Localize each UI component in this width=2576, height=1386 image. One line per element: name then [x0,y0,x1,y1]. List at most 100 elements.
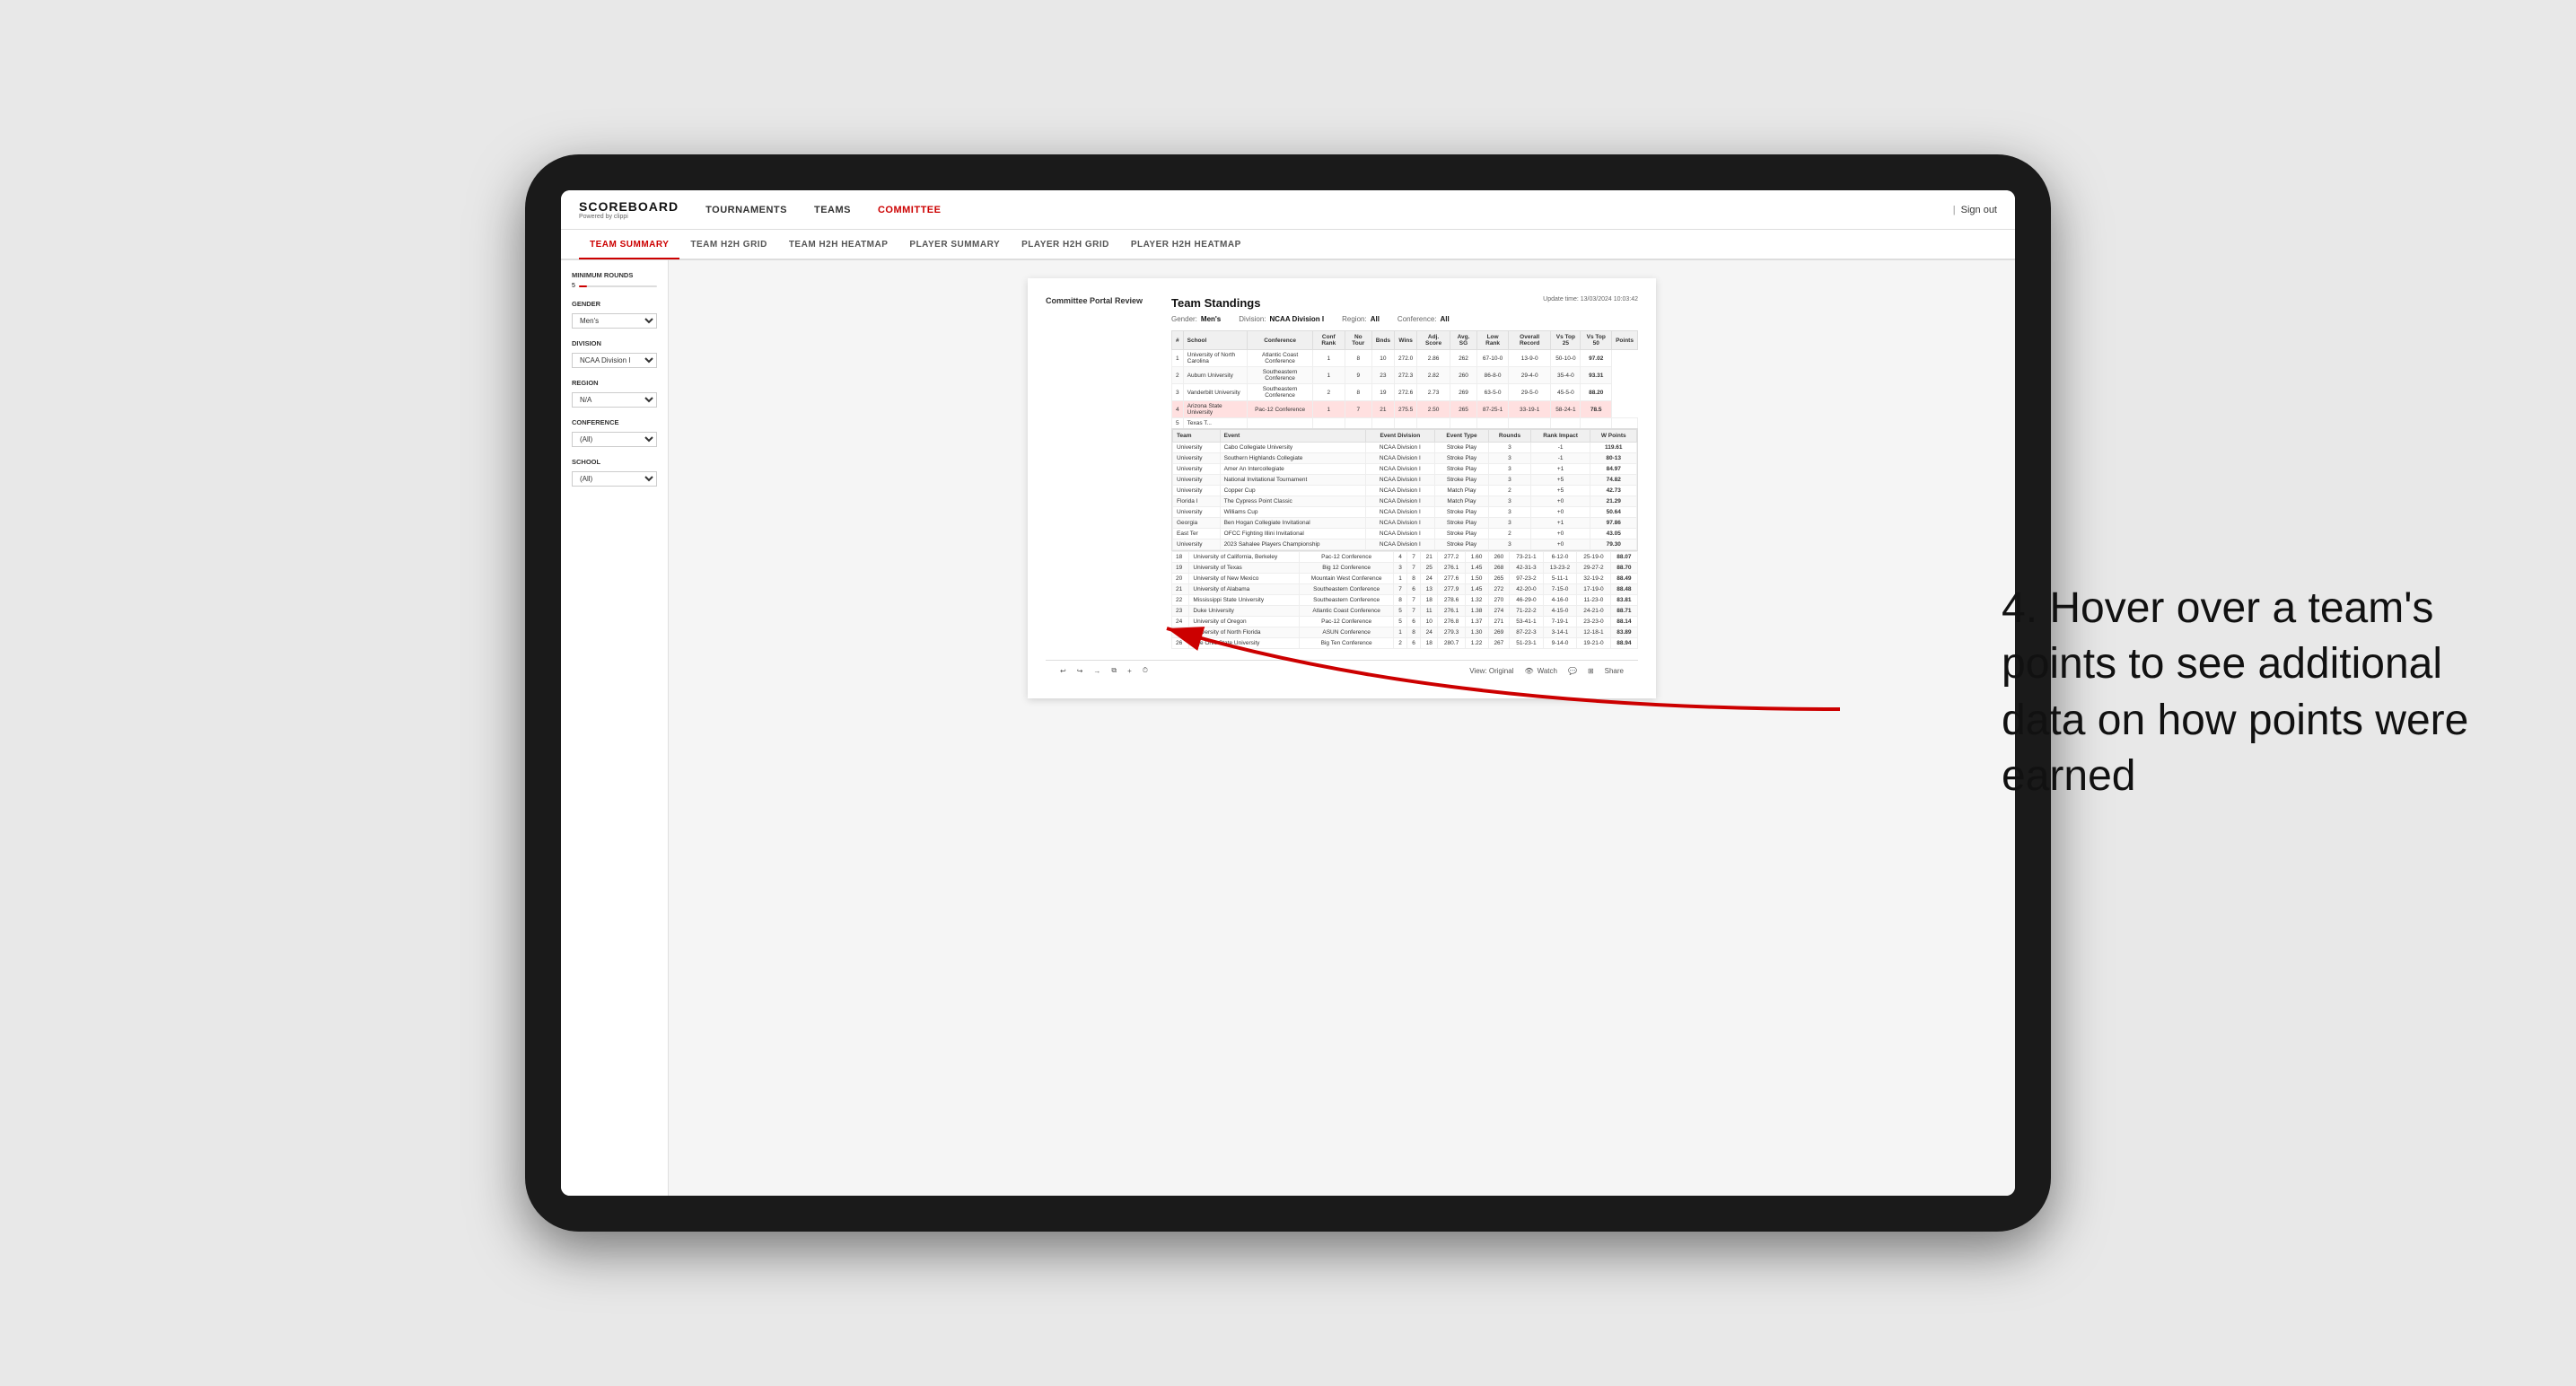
logo-area: SCOREBOARD Powered by clippi [579,199,679,220]
tooltip-cell: University [1173,539,1221,550]
filter-conference-label: Conference: [1398,315,1437,323]
sidebar: Minimum Rounds 5 Gender Men's Women's Al… [561,260,669,1196]
table-cell: 78.5 [1581,401,1612,418]
table-cell[interactable]: University of North Carolina [1183,350,1248,367]
zoom-button[interactable]: ⊞ [1588,667,1594,675]
undo-button[interactable]: ↩ [1060,667,1066,675]
view-label: View: Original [1469,667,1513,675]
table-cell: 24-21-0 [1577,606,1611,617]
table-cell: 262 [1450,350,1476,367]
tooltip-cell: 74.82 [1590,475,1637,486]
col-no-tour: No Tour [1345,331,1371,350]
table-cell: 270 [1488,595,1510,606]
tooltip-cell: Match Play [1434,496,1488,507]
forward-button[interactable]: → [1093,667,1100,675]
col-vs-top25: Vs Top 25 [1551,331,1581,350]
tooltip-cell: Stroke Play [1434,453,1488,464]
table-cell: 83.81 [1610,595,1637,606]
share-button[interactable]: Share [1605,667,1624,675]
table-cell: Duke University [1189,606,1300,617]
table-cell: 2 [1172,367,1184,384]
slider-container[interactable]: 5 [572,283,657,289]
table-cell[interactable]: Auburn University [1183,367,1248,384]
nav-tournaments[interactable]: TOURNAMENTS [705,203,787,217]
table-cell: 6 [1407,617,1421,627]
table-cell: 7 [1407,563,1421,574]
tooltip-cell: 2 [1489,529,1530,539]
table-cell: 276.1 [1438,563,1465,574]
tooltip-cell: NCAA Division I [1365,496,1434,507]
table-cell: 1.38 [1465,606,1488,617]
sign-out-button[interactable]: Sign out [1961,205,1997,215]
top-nav: SCOREBOARD Powered by clippi TOURNAMENTS… [561,190,2015,230]
table-cell: 3 [1393,563,1406,574]
table-cell: 1 [1312,401,1345,418]
table-cell: 4 [1172,401,1184,418]
table-cell: 25 [1421,563,1438,574]
table-cell: 1.32 [1465,595,1488,606]
table-cell: 67-10-0 [1477,350,1509,367]
redo-button[interactable]: ↪ [1077,667,1083,675]
table-cell: 25 [1172,627,1189,638]
table-cell: University of Oregon [1189,617,1300,627]
tab-team-h2h-grid[interactable]: TEAM H2H GRID [679,230,777,259]
sidebar-section-conference: Conference (All) ACC SEC [572,418,657,447]
table-cell: 17-19-0 [1577,584,1611,595]
app-logo-sub: Powered by clippi [579,214,679,220]
table-cell[interactable]: Vanderbilt University [1183,384,1248,401]
table-cell: 42-31-3 [1510,563,1544,574]
table-cell[interactable]: Texas T... [1183,418,1248,429]
table-cell: 2.86 [1417,350,1450,367]
table-cell: 269 [1450,384,1476,401]
school-select[interactable]: (All) [572,471,657,487]
slider-track[interactable] [579,285,657,287]
tooltip-cell: 79.30 [1590,539,1637,550]
tablet-shell: SCOREBOARD Powered by clippi TOURNAMENTS… [525,154,2051,1232]
division-select[interactable]: NCAA Division I NCAA Division II [572,353,657,368]
nav-teams[interactable]: TEAMS [814,203,851,217]
tab-team-h2h-heatmap[interactable]: TEAM H2H HEATMAP [778,230,899,259]
tooltip-cell: 21.29 [1590,496,1637,507]
tooltip-cell: +5 [1530,486,1590,496]
view-original-button[interactable]: View: Original [1469,667,1513,675]
region-select[interactable]: N/A East West [572,392,657,408]
copy-button[interactable]: ⧉ [1111,666,1117,675]
table-cell: 268 [1488,563,1510,574]
table-cell: 276.1 [1438,606,1465,617]
tooltip-cell: Ben Hogan Collegiate Invitational [1220,518,1365,529]
gender-select[interactable]: Men's Women's All [572,313,657,329]
table-cell [1417,418,1450,429]
table-cell: 8 [1393,595,1406,606]
portal-title-block: Committee Portal Review [1046,296,1153,649]
tab-player-summary[interactable]: PLAYER SUMMARY [898,230,1011,259]
tooltip-cell: -1 [1530,453,1590,464]
timer-button[interactable]: ⏱ [1143,666,1148,675]
table-cell[interactable]: Arizona State University [1183,401,1248,418]
table-cell: Atlantic Coast Conference [1248,350,1312,367]
table-cell: 260 [1450,367,1476,384]
conference-select[interactable]: (All) ACC SEC [572,432,657,447]
table-cell: University of New Mexico [1189,574,1300,584]
tooltip-cell: 97.86 [1590,518,1637,529]
tooltip-cell: +0 [1530,496,1590,507]
tooltip-cell: NCAA Division I [1365,443,1434,453]
table-cell: 7 [1407,595,1421,606]
tab-player-h2h-grid[interactable]: PLAYER H2H GRID [1011,230,1120,259]
add-button[interactable]: + [1127,667,1132,675]
table-cell: 6-12-0 [1543,552,1577,563]
table-cell: 279.3 [1438,627,1465,638]
standings-title: Team Standings [1171,296,1260,310]
tab-team-summary[interactable]: TEAM SUMMARY [579,231,679,259]
table-cell: 272.3 [1395,367,1417,384]
watch-button[interactable]: 👁 Watch [1524,667,1557,675]
tab-player-h2h-heatmap[interactable]: PLAYER H2H HEATMAP [1120,230,1252,259]
sidebar-label-gender: Gender [572,300,657,308]
tablet-screen: SCOREBOARD Powered by clippi TOURNAMENTS… [561,190,2015,1196]
tooltip-cell: University [1173,453,1221,464]
comment-button[interactable]: 💬 [1568,667,1577,675]
tooltip-cell: Williams Cup [1220,507,1365,518]
table-cell: 13 [1421,584,1438,595]
tooltip-cell: East Ter [1173,529,1221,539]
table-cell: 29-5-0 [1508,384,1550,401]
nav-committee[interactable]: COMMITTEE [878,203,942,217]
